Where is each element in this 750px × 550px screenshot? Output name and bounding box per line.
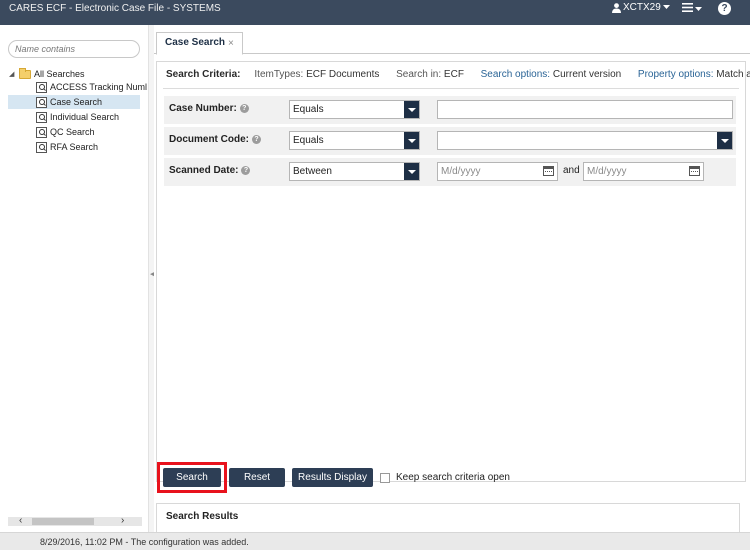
calendar-icon[interactable] bbox=[689, 166, 700, 176]
scanned-date-operator-select[interactable]: Between bbox=[289, 162, 420, 181]
scroll-left-icon[interactable]: ‹ bbox=[19, 515, 22, 526]
tree-item-label: QC Search bbox=[50, 127, 95, 137]
status-bar: 8/29/2016, 11:02 PM - The configuration … bbox=[0, 532, 750, 550]
saved-search-icon bbox=[36, 96, 47, 108]
document-code-label: Document Code: ? bbox=[169, 134, 261, 145]
tree-item-label: RFA Search bbox=[50, 142, 99, 152]
help-icon[interactable]: ? bbox=[252, 135, 261, 144]
main-menu-button[interactable] bbox=[682, 3, 702, 15]
tree-item-rfa-search[interactable]: RFA Search bbox=[36, 140, 98, 154]
document-code-row: Document Code: ? Equals bbox=[164, 127, 736, 155]
tab-strip: Case Search × bbox=[154, 25, 750, 55]
document-code-value-select[interactable] bbox=[437, 131, 733, 150]
scanned-date-label-text: Scanned Date: bbox=[169, 165, 239, 176]
main-area: Case Search × Search Criteria: ItemTypes… bbox=[154, 25, 750, 532]
case-number-row: Case Number: ? Equals bbox=[164, 96, 736, 124]
document-code-label-text: Document Code: bbox=[169, 134, 249, 145]
search-results-title: Search Results bbox=[166, 511, 239, 522]
case-number-input[interactable] bbox=[437, 100, 733, 119]
folder-icon bbox=[19, 67, 31, 79]
criteria-label: Search Criteria: bbox=[166, 69, 241, 80]
chevron-down-icon[interactable] bbox=[404, 101, 419, 118]
chevron-down-icon[interactable] bbox=[717, 132, 732, 149]
saved-search-icon bbox=[36, 111, 47, 123]
saved-search-icon bbox=[36, 141, 47, 153]
property-options-value: Match all bbox=[716, 69, 750, 80]
sidebar: ◢ All Searches ACCESS Tracking Numl Case… bbox=[0, 25, 148, 532]
divider bbox=[163, 88, 739, 89]
scanned-date-from-input[interactable]: M/d/yyyy bbox=[437, 162, 558, 181]
case-number-operator-select[interactable]: Equals bbox=[289, 100, 420, 119]
tree-root-all-searches[interactable]: ◢ All Searches bbox=[9, 67, 85, 81]
name-filter-input[interactable] bbox=[8, 40, 140, 58]
tree-item-access-tracking[interactable]: ACCESS Tracking Numl bbox=[36, 80, 147, 94]
user-menu[interactable]: XCTX29 bbox=[612, 2, 670, 13]
search-options-link[interactable]: Search options: bbox=[481, 69, 551, 80]
expanded-caret-icon[interactable]: ◢ bbox=[9, 70, 19, 78]
document-code-operator-select[interactable]: Equals bbox=[289, 131, 420, 150]
selected-value: Equals bbox=[293, 135, 324, 146]
search-tree: ◢ All Searches bbox=[9, 67, 85, 81]
search-button[interactable]: Search bbox=[163, 468, 221, 487]
and-label: and bbox=[563, 165, 580, 176]
selected-value: Between bbox=[293, 166, 332, 177]
chevron-down-icon[interactable] bbox=[404, 163, 419, 180]
property-options-link[interactable]: Property options: bbox=[638, 69, 714, 80]
scrollbar-thumb[interactable] bbox=[32, 518, 94, 525]
item-types-label: ItemTypes: bbox=[254, 69, 304, 80]
user-name: XCTX29 bbox=[623, 2, 661, 13]
search-options-value: Current version bbox=[552, 69, 622, 80]
keep-criteria-open-checkbox[interactable] bbox=[380, 473, 390, 483]
date-placeholder: M/d/yyyy bbox=[441, 166, 481, 177]
tab-label: Case Search bbox=[165, 37, 226, 48]
tree-item-individual-search[interactable]: Individual Search bbox=[36, 110, 119, 124]
scanned-date-label: Scanned Date: ? bbox=[169, 165, 251, 176]
saved-search-icon bbox=[36, 126, 47, 138]
tree-item-label: ACCESS Tracking Numl bbox=[50, 82, 148, 92]
top-bar: CARES ECF - Electronic Case File - SYSTE… bbox=[0, 0, 750, 25]
hamburger-icon bbox=[682, 3, 693, 15]
sidebar-horizontal-scrollbar[interactable]: ‹ › bbox=[8, 515, 142, 526]
search-in-value: ECF bbox=[443, 69, 464, 80]
case-number-label: Case Number: ? bbox=[169, 103, 249, 114]
status-message: 8/29/2016, 11:02 PM - The configuration … bbox=[40, 537, 249, 547]
help-icon[interactable]: ? bbox=[239, 104, 249, 113]
keep-criteria-open-label[interactable]: Keep search criteria open bbox=[396, 472, 510, 483]
chevron-down-icon bbox=[695, 3, 702, 15]
date-placeholder: M/d/yyyy bbox=[587, 166, 627, 177]
tree-item-label: Case Search bbox=[50, 97, 103, 107]
user-icon bbox=[612, 2, 621, 13]
scanned-date-to-input[interactable]: M/d/yyyy bbox=[583, 162, 704, 181]
chevron-down-icon[interactable] bbox=[404, 132, 419, 149]
search-in-label: Search in: bbox=[396, 69, 442, 80]
tab-case-search[interactable]: Case Search × bbox=[156, 32, 243, 55]
tree-item-case-search[interactable]: Case Search bbox=[8, 95, 140, 109]
results-display-button[interactable]: Results Display bbox=[292, 468, 373, 487]
calendar-icon[interactable] bbox=[543, 166, 554, 176]
selected-value: Equals bbox=[293, 104, 324, 115]
tree-item-qc-search[interactable]: QC Search bbox=[36, 125, 95, 139]
scroll-right-icon[interactable]: › bbox=[121, 515, 124, 526]
saved-search-icon bbox=[36, 81, 47, 93]
search-criteria-summary: Search Criteria: ItemTypes: ECF Document… bbox=[166, 69, 750, 80]
chevron-down-icon bbox=[662, 5, 670, 10]
case-number-label-text: Case Number: bbox=[169, 103, 237, 114]
close-icon[interactable]: × bbox=[228, 38, 234, 49]
search-criteria-panel: Search Criteria: ItemTypes: ECF Document… bbox=[156, 61, 750, 482]
reset-button[interactable]: Reset bbox=[229, 468, 285, 487]
app-title: CARES ECF - Electronic Case File - SYSTE… bbox=[9, 3, 221, 14]
search-results-panel: Search Results bbox=[156, 503, 740, 532]
tree-root-label: All Searches bbox=[34, 69, 85, 79]
tree-item-label: Individual Search bbox=[50, 112, 120, 122]
help-button[interactable]: ? bbox=[718, 2, 731, 15]
help-icon[interactable]: ? bbox=[241, 166, 251, 175]
scanned-date-row: Scanned Date: ? Between M/d/yyyy and M/d… bbox=[164, 158, 736, 186]
item-types-value: ECF Documents bbox=[306, 69, 380, 80]
